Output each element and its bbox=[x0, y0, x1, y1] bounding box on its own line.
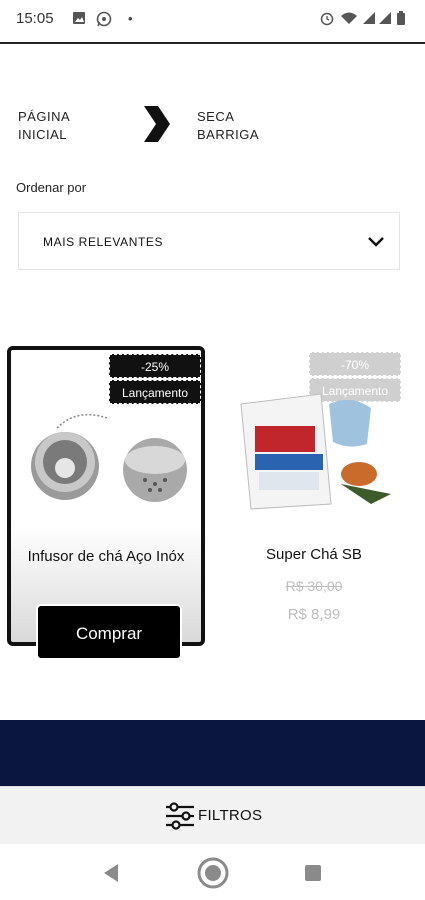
image-icon bbox=[72, 11, 86, 28]
buy-button[interactable]: Comprar bbox=[36, 604, 182, 660]
breadcrumb: PÁGINA INICIAL SECA BARRIGA bbox=[0, 100, 425, 160]
product-image[interactable] bbox=[221, 384, 401, 514]
current-price: R$ 8,99 bbox=[287, 606, 341, 623]
status-icons-right bbox=[319, 10, 411, 29]
product-card[interactable]: -70% Lançamento Super Chá SB R$ 30,00 R$… bbox=[215, 346, 413, 646]
chevron-down-icon bbox=[367, 233, 385, 251]
sort-selected-value: MAIS RELEVANTES bbox=[43, 235, 164, 249]
signal-icon-2 bbox=[379, 12, 391, 24]
home-icon[interactable] bbox=[196, 856, 230, 890]
whatsapp-icon bbox=[96, 11, 112, 30]
status-time: 15:05 bbox=[16, 10, 54, 27]
alarm-icon bbox=[320, 12, 334, 26]
signal-icon bbox=[363, 12, 375, 24]
old-price: R$ 30,00 bbox=[285, 578, 343, 594]
recent-apps-icon[interactable] bbox=[304, 864, 322, 882]
filter-label: FILTROS bbox=[198, 807, 263, 824]
chevron-right-icon bbox=[140, 104, 174, 144]
status-bar: 15:05 • bbox=[0, 0, 425, 44]
breadcrumb-current: SECA BARRIGA bbox=[197, 109, 260, 142]
back-icon[interactable] bbox=[100, 862, 122, 884]
product-name[interactable]: Infusor de chá Aço Inóx bbox=[11, 548, 201, 565]
footer-band bbox=[0, 720, 425, 786]
sort-label: Ordenar por bbox=[16, 180, 87, 195]
sort-select[interactable]: MAIS RELEVANTES bbox=[18, 212, 400, 270]
filter-button[interactable]: FILTROS bbox=[0, 786, 425, 844]
product-image[interactable] bbox=[17, 388, 197, 518]
product-name[interactable]: Super Chá SB bbox=[215, 546, 413, 563]
product-card[interactable]: -25% Lançamento Infusor de chá Aço Inóx … bbox=[7, 346, 205, 660]
battery-icon bbox=[397, 11, 405, 25]
sliders-icon bbox=[164, 801, 196, 831]
discount-badge: -70% bbox=[309, 352, 401, 376]
system-nav-bar bbox=[0, 844, 425, 900]
wifi-icon bbox=[341, 12, 357, 24]
discount-badge: -25% bbox=[109, 354, 201, 378]
dot-icon: • bbox=[128, 11, 133, 26]
breadcrumb-home-link[interactable]: PÁGINA INICIAL bbox=[18, 108, 108, 144]
